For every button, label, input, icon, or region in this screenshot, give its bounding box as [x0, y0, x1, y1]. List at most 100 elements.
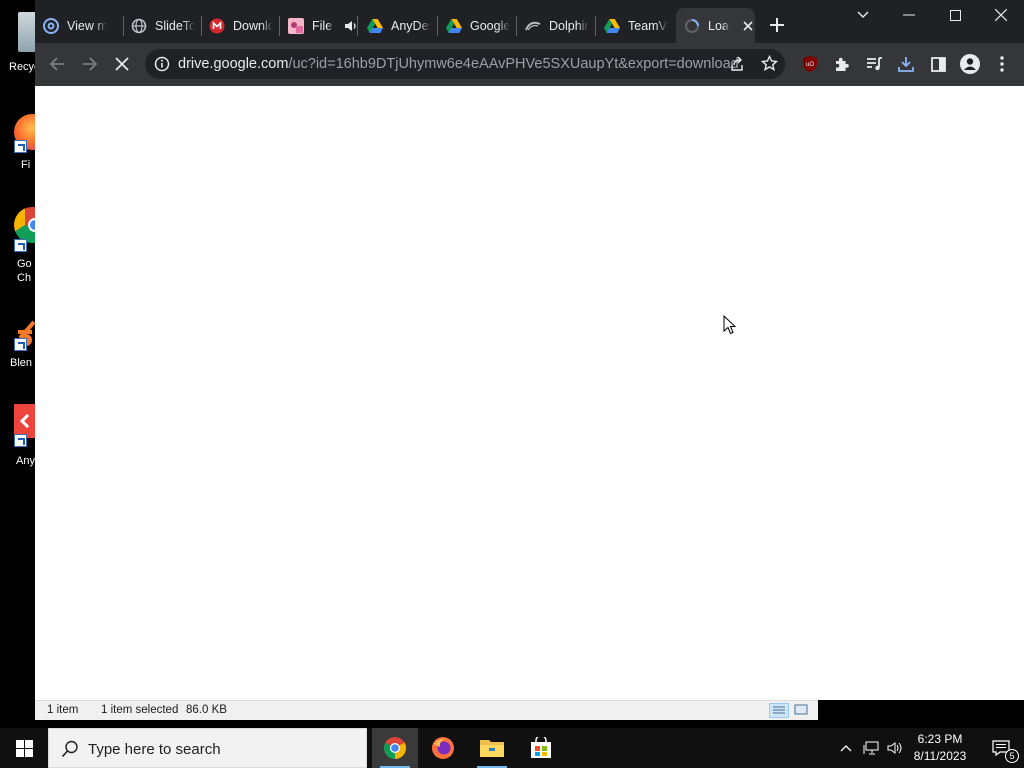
start-button[interactable]: [0, 728, 48, 768]
speaker-icon: [887, 742, 902, 754]
large-icons-view-button[interactable]: [793, 703, 811, 718]
stop-loading-button[interactable]: [108, 50, 136, 78]
close-icon: [115, 57, 129, 71]
shortcut-arrow-icon: [14, 434, 27, 447]
clock-date: 8/11/2023: [913, 749, 967, 763]
selected-size: 86.0 KB: [186, 704, 227, 716]
google-drive-icon: [367, 18, 383, 34]
tab-title: Downlo: [233, 18, 273, 33]
minimize-button[interactable]: [895, 1, 923, 29]
profile-button[interactable]: [956, 50, 984, 78]
search-placeholder: Type here to search: [88, 741, 221, 758]
tab-divider: [516, 16, 517, 36]
desktop-icon-label: Blen: [10, 357, 33, 369]
desktop-icon-anydesk[interactable]: Any: [0, 402, 36, 470]
shortcut-arrow-icon: [14, 239, 27, 252]
folder-icon: [480, 740, 504, 757]
new-tab-button[interactable]: [763, 11, 791, 39]
action-center-button[interactable]: 5: [978, 728, 1024, 768]
menu-button[interactable]: [988, 50, 1016, 78]
loading-spinner-icon: [684, 18, 700, 34]
arrow-right-icon: [83, 57, 98, 71]
tab-anydesk-drive[interactable]: AnyDes: [367, 8, 431, 43]
tab-title: TeamVi: [628, 18, 668, 33]
desktop-icon-blender[interactable]: Blen: [0, 316, 36, 372]
mega-icon: [209, 18, 225, 34]
tab-title: AnyDes: [391, 18, 431, 33]
share-icon[interactable]: [729, 56, 745, 77]
tab-google-drive[interactable]: Google: [446, 8, 510, 43]
taskbar-firefox[interactable]: [420, 728, 466, 768]
network-icon: [863, 741, 879, 755]
tab-close-icon[interactable]: [742, 20, 754, 32]
tab-divider: [437, 16, 438, 36]
tab-view-mail[interactable]: View m: [43, 8, 119, 43]
bookmark-star-icon[interactable]: [760, 54, 779, 77]
close-window-button[interactable]: [987, 1, 1015, 29]
item-count: 1 item: [47, 704, 79, 716]
side-panel-icon: [930, 56, 946, 72]
url-text[interactable]: drive.google.com/uc?id=16hb9DTjUhymw6e4e…: [178, 56, 739, 72]
desktop-icon-firefox[interactable]: Fi: [0, 110, 36, 174]
store-bag-icon: [531, 737, 551, 758]
explorer-status-bar: 1 item 1 item selected 86.0 KB: [35, 700, 818, 720]
tab-teamviewer-drive[interactable]: TeamVi: [604, 8, 668, 43]
tab-dolphin[interactable]: Dolphin: [525, 8, 589, 43]
back-button[interactable]: [43, 50, 71, 78]
tab-search-button[interactable]: [849, 1, 877, 29]
shortcut-arrow-icon: [14, 140, 27, 153]
show-hidden-icons-button[interactable]: [836, 728, 856, 768]
address-bar[interactable]: drive.google.com/uc?id=16hb9DTjUhymw6e4e…: [145, 49, 785, 79]
forward-button[interactable]: [76, 50, 104, 78]
firefox-icon: [432, 737, 454, 759]
ublock-extension-button[interactable]: uO: [796, 50, 824, 78]
media-control-button[interactable]: [860, 50, 888, 78]
desktop-icon-label: Any: [16, 455, 35, 467]
tab-slidetodoc[interactable]: SlideTo: [131, 8, 195, 43]
avatar-icon: [960, 54, 980, 74]
extensions-button[interactable]: [828, 50, 856, 78]
desktop-icon-recycle-bin[interactable]: Recyc: [0, 8, 40, 78]
clock-time: 6:23 PM: [917, 732, 963, 746]
taskbar-microsoft-store[interactable]: [518, 728, 564, 768]
notification-badge: 5: [1005, 749, 1019, 763]
taskbar: Type here to search 6:23 PM 8/11/2023 5: [0, 728, 1024, 768]
details-view-button[interactable]: [769, 703, 789, 718]
dolphin-icon: [525, 18, 541, 34]
tab-loading[interactable]: Loa: [676, 8, 755, 43]
downloads-button[interactable]: [892, 50, 920, 78]
info-icon[interactable]: [154, 56, 170, 77]
tab-mega-download[interactable]: Downlo: [209, 8, 273, 43]
maximize-icon: [949, 9, 961, 21]
page-content[interactable]: [35, 86, 1024, 700]
taskbar-clock[interactable]: 6:23 PM 8/11/2023: [910, 731, 970, 765]
side-panel-button[interactable]: [924, 50, 952, 78]
mouse-cursor-icon: [723, 315, 736, 335]
chrome-icon: [384, 737, 406, 759]
taskbar-chrome[interactable]: [372, 728, 418, 768]
tab-title: Loa: [708, 18, 729, 33]
url-host: drive.google.com: [178, 56, 289, 72]
tab-divider: [123, 16, 124, 36]
tab-file[interactable]: File: [288, 8, 360, 43]
windows-logo-icon: [15, 739, 33, 757]
tab-divider: [595, 16, 596, 36]
recycle-bin-icon: [18, 12, 36, 52]
speaker-audio-icon[interactable]: [344, 19, 358, 33]
google-drive-icon: [604, 18, 620, 34]
chrome-window: View m SlideTo Downlo File AnyDes Google…: [35, 0, 1024, 700]
browser-toolbar: drive.google.com/uc?id=16hb9DTjUhymw6e4e…: [35, 43, 1024, 86]
tab-title: Google: [470, 18, 510, 33]
svg-text:uO: uO: [806, 62, 814, 68]
volume-button[interactable]: [884, 728, 906, 768]
taskbar-search-box[interactable]: Type here to search: [48, 728, 367, 768]
tab-title: Dolphin: [549, 18, 589, 33]
network-button[interactable]: [860, 728, 882, 768]
anime-favicon-icon: [288, 17, 304, 34]
taskbar-file-explorer[interactable]: [469, 728, 515, 768]
tab-divider: [201, 16, 202, 36]
desktop-icon-google-chrome[interactable]: Go Ch: [0, 205, 36, 287]
maximize-button[interactable]: [941, 1, 969, 29]
ublock-shield-icon: uO: [803, 56, 817, 72]
shortcut-arrow-icon: [14, 338, 27, 351]
